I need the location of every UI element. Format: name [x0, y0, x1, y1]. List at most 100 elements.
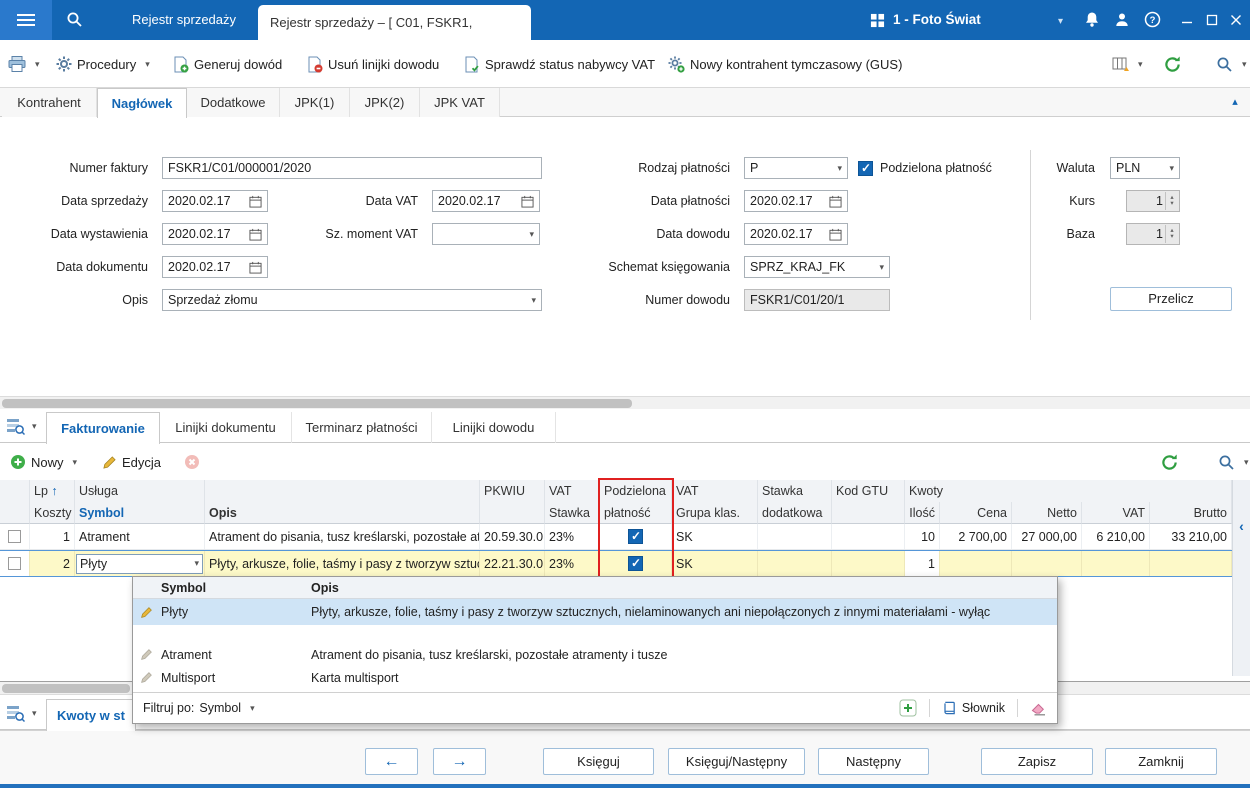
scrollbar-thumb[interactable] [2, 399, 632, 408]
horizontal-scrollbar[interactable] [0, 396, 1250, 410]
posting-scheme-combobox[interactable]: SPRZ_KRAJ_FK ▾ [744, 256, 890, 278]
hamburger-menu-button[interactable] [0, 0, 52, 40]
col-select[interactable] [0, 480, 30, 502]
refresh-button[interactable] [1163, 52, 1182, 76]
add-entry-button[interactable] [899, 699, 917, 717]
apps-grid-icon[interactable] [870, 13, 885, 28]
col-vat2[interactable]: VAT [672, 480, 758, 502]
tab-jpk2[interactable]: JPK(2) [350, 88, 420, 117]
pane-view-menu-button[interactable]: ▾ [6, 704, 37, 723]
tab-dodatkowe[interactable]: Dodatkowe [187, 88, 280, 117]
col-pkwiu[interactable]: PKWIU [480, 480, 545, 502]
document-date-field[interactable]: 2020.02.17 [162, 256, 268, 278]
active-document-tab[interactable]: Rejestr sprzedaży – [ C01, FSKR1, [258, 5, 531, 40]
payment-date-field[interactable]: 2020.02.17 [744, 190, 848, 212]
col-brutto[interactable]: Brutto [1150, 502, 1232, 524]
close-form-button[interactable]: Zamknij [1105, 748, 1217, 775]
issue-date-field[interactable]: 2020.02.17 [162, 223, 268, 245]
tab-fakturowanie[interactable]: Fakturowanie [46, 412, 160, 444]
filter-by-control[interactable]: Filtruj po: Symbol ▾ [143, 701, 255, 715]
col-symbol[interactable]: Symbol [75, 502, 205, 524]
col-koszty[interactable]: Koszty [30, 502, 75, 524]
description-combobox[interactable]: Sprzedaż złomu ▾ [162, 289, 542, 311]
base-rate-stepper[interactable]: 1 ▴ ▾ [1126, 223, 1180, 245]
col-stawka2[interactable]: Stawka [758, 480, 832, 502]
spinner-arrows-icon[interactable]: ▴ ▾ [1165, 192, 1178, 210]
table-row[interactable]: 1 Atrament Atrament do pisania, tusz kre… [0, 524, 1232, 550]
collapse-panel-icon[interactable]: ‹ [1233, 518, 1250, 534]
save-button[interactable]: Zapisz [981, 748, 1093, 775]
tab-jpk1[interactable]: JPK(1) [280, 88, 350, 117]
proof-date-field[interactable]: 2020.02.17 [744, 223, 848, 245]
col-vat[interactable]: VAT [545, 480, 600, 502]
search-icon[interactable] [66, 11, 83, 28]
special-vat-moment-combobox[interactable]: ▾ [432, 223, 540, 245]
dictionary-button[interactable]: Słownik [942, 700, 1005, 716]
background-document-tab[interactable]: Rejestr sprzedaży [118, 0, 250, 40]
spinner-arrows-icon[interactable]: ▴ ▾ [1165, 225, 1178, 243]
dropdown-item-selected[interactable]: Płyty Płyty, arkusze, folie, taśmy i pas… [133, 599, 1057, 625]
exchange-rate-stepper[interactable]: 1 ▴ ▾ [1126, 190, 1180, 212]
split-payment-cell-checkbox[interactable] [628, 529, 643, 544]
print-button[interactable]: ▾ [8, 52, 40, 76]
delete-row-button[interactable] [184, 450, 200, 474]
tab-terminarz-platnosci[interactable]: Terminarz płatności [292, 412, 432, 443]
help-icon[interactable]: ? [1144, 11, 1161, 28]
col-netto[interactable]: Netto [1012, 502, 1082, 524]
split-payment-cell-checkbox[interactable] [628, 556, 643, 571]
next-button[interactable]: Następny [818, 748, 929, 775]
user-icon[interactable] [1114, 11, 1130, 28]
col-lp[interactable]: Lp ↑ [30, 480, 75, 502]
delete-proof-lines-button[interactable]: Usuń linijki dowodu [306, 52, 439, 76]
check-vat-status-button[interactable]: Sprawdź status nabywcy VAT [463, 52, 655, 76]
tab-linijki-dokumentu[interactable]: Linijki dokumentu [160, 412, 292, 443]
edit-row-button[interactable]: Edycja [102, 450, 161, 474]
maximize-button[interactable] [1206, 14, 1218, 26]
tab-naglowek[interactable]: Nagłówek [97, 88, 187, 118]
col-pkwiu-sub[interactable] [480, 502, 545, 524]
col-kod-gtu[interactable]: Kod GTU [832, 480, 905, 502]
grid-search-button[interactable]: ▾ [1218, 450, 1249, 474]
tab-linijki-dowodu[interactable]: Linijki dowodu [432, 412, 556, 443]
split-payment-checkbox[interactable] [858, 161, 873, 176]
clear-filter-button[interactable] [1030, 700, 1047, 716]
col-select[interactable] [0, 502, 30, 524]
generate-proof-button[interactable]: Generuj dowód [172, 52, 282, 76]
col-opis[interactable]: Opis [205, 502, 480, 524]
col-kwoty-group[interactable]: Kwoty [905, 480, 1232, 502]
col-cena[interactable]: Cena [940, 502, 1012, 524]
col-kod-gtu-sub[interactable] [832, 502, 905, 524]
dropdown-item[interactable]: Atrament Atrament do pisania, tusz kreśl… [133, 643, 1057, 666]
tab-kwoty[interactable]: Kwoty w st [46, 699, 136, 731]
dropdown-item[interactable]: Multisport Karta multisport [133, 666, 1057, 689]
table-row-selected[interactable]: 2 Płyty ▾ Płyty, arkusze, folie, taśmy i … [0, 550, 1232, 577]
chevron-down-icon[interactable]: ▾ [1058, 16, 1063, 27]
col-ilosc[interactable]: Ilość [905, 502, 940, 524]
col-vat3[interactable]: VAT [1082, 502, 1150, 524]
view-settings-button[interactable]: ▾ [1112, 52, 1143, 76]
pane-view-menu-button[interactable]: ▾ [6, 417, 37, 436]
new-row-button[interactable]: Nowy ▾ [10, 450, 77, 474]
row-select-checkbox[interactable] [8, 530, 21, 543]
row-select-checkbox[interactable] [8, 557, 21, 570]
vat-date-field[interactable]: 2020.02.17 [432, 190, 540, 212]
next-record-button[interactable]: → [433, 748, 486, 775]
col-podzielona[interactable]: Podzielona [600, 480, 672, 502]
col-dodatkowa[interactable]: dodatkowa [758, 502, 832, 524]
col-usluga[interactable]: Usługa [75, 480, 205, 502]
tab-jpk-vat[interactable]: JPK VAT [420, 88, 500, 117]
currency-combobox[interactable]: PLN ▾ [1110, 157, 1180, 179]
search-filter-button[interactable]: ▾ [1216, 52, 1247, 76]
scrollbar-thumb[interactable] [2, 684, 130, 693]
tab-kontrahent[interactable]: Kontrahent [2, 88, 97, 117]
symbol-cell-combobox[interactable]: Płyty ▾ [76, 553, 203, 574]
new-temp-contractor-button[interactable]: Nowy kontrahent tymczasowy (GUS) [668, 52, 902, 76]
payment-type-combobox[interactable]: P ▾ [744, 157, 848, 179]
col-grupa-klas[interactable]: Grupa klas. [672, 502, 758, 524]
previous-record-button[interactable]: ← [365, 748, 418, 775]
post-button[interactable]: Księguj [543, 748, 654, 775]
invoice-number-field[interactable]: FSKR1/C01/000001/2020 [162, 157, 542, 179]
sale-date-field[interactable]: 2020.02.17 [162, 190, 268, 212]
minimize-button[interactable] [1181, 14, 1193, 26]
notifications-bell-icon[interactable] [1084, 11, 1100, 28]
